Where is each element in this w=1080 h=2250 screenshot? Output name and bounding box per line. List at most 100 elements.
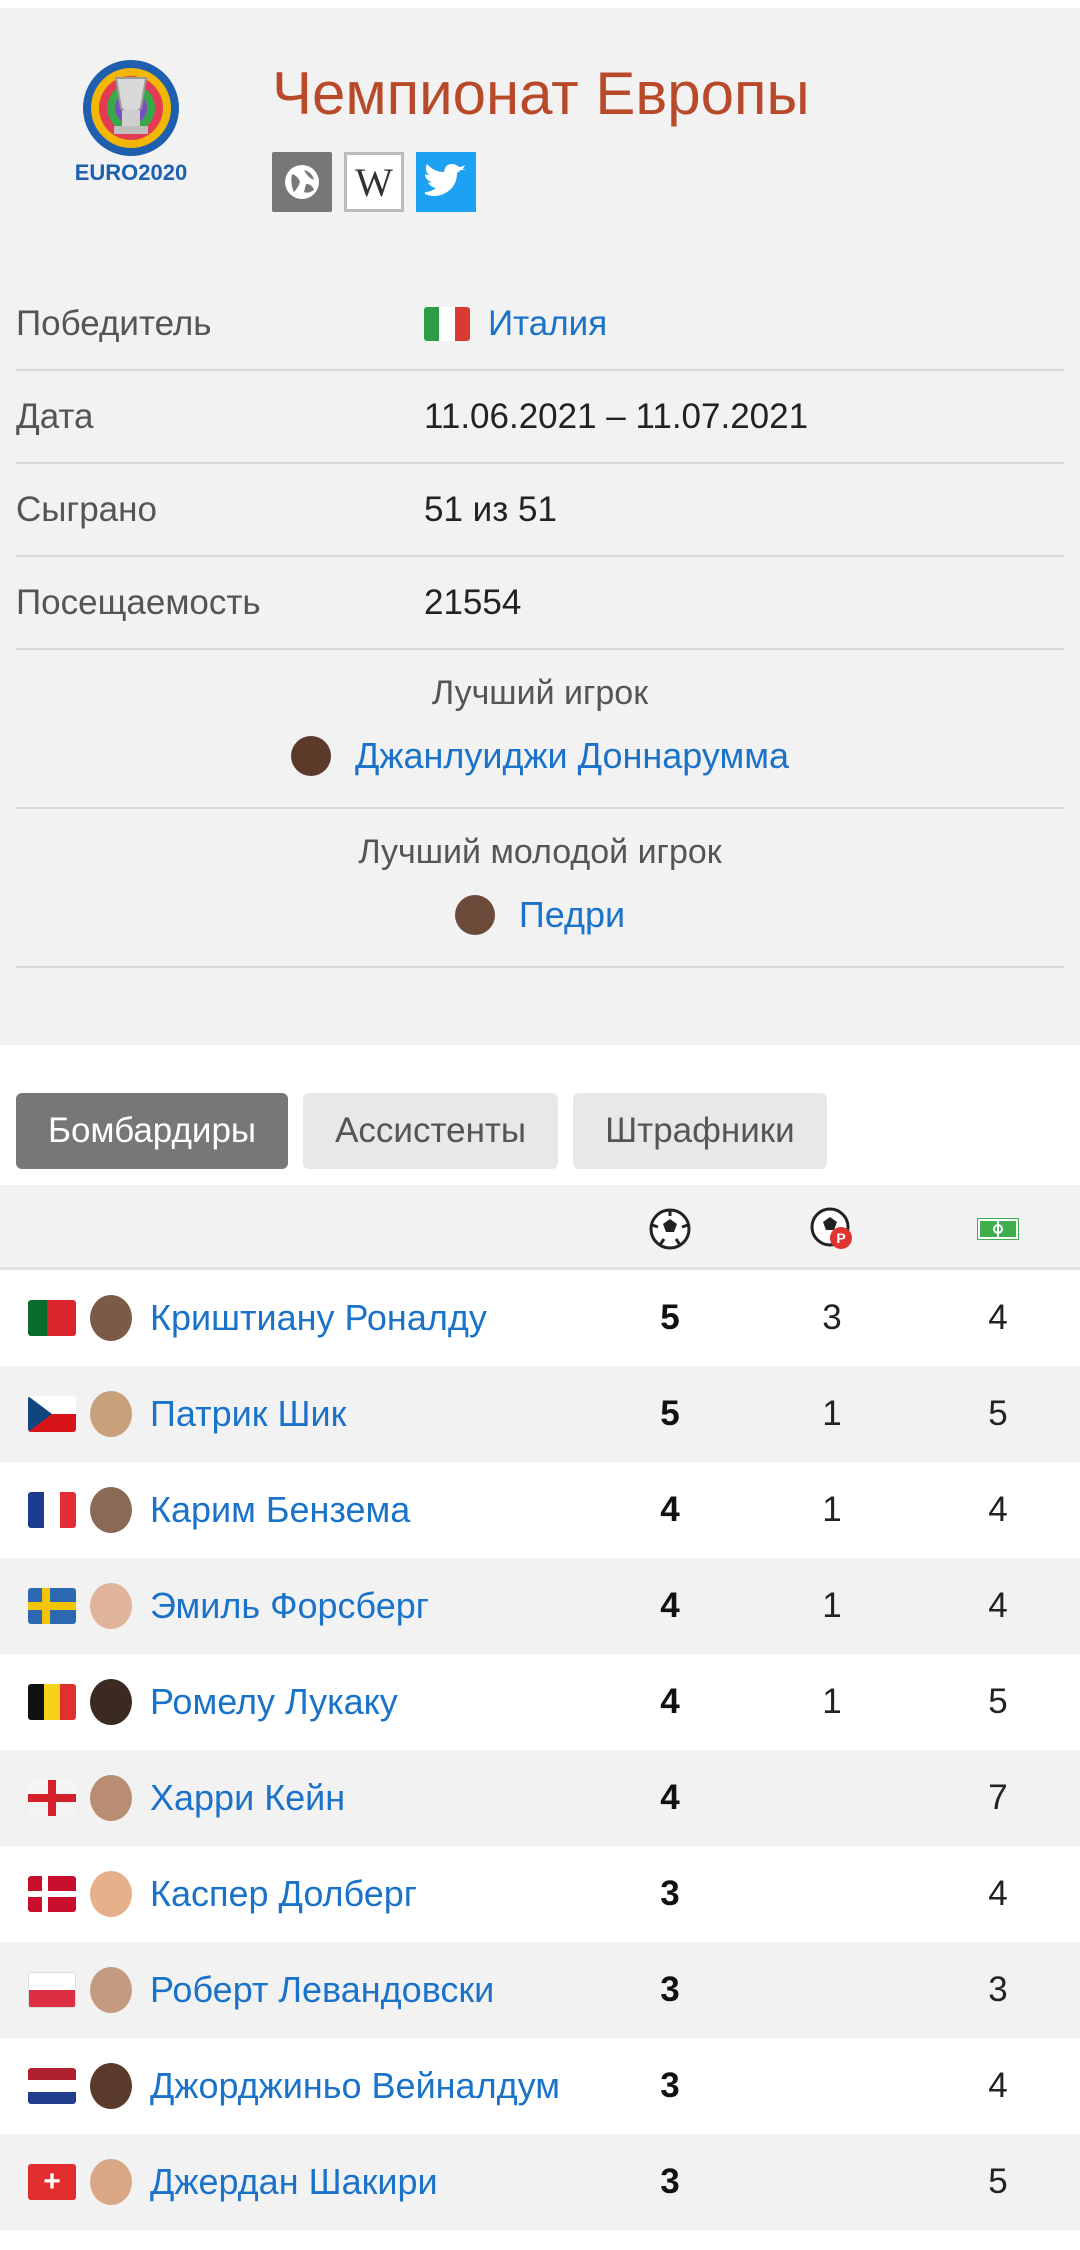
- goals-value: 4: [660, 1778, 680, 1817]
- goals-value: 3: [660, 1970, 680, 2009]
- tab-assists[interactable]: Ассистенты: [303, 1093, 559, 1169]
- player-name[interactable]: Патрик Шик: [150, 1393, 346, 1435]
- matches-value: 4: [988, 1298, 1008, 1337]
- table-row[interactable]: Криштиану Роналду 5 3 4: [0, 1270, 1080, 1366]
- table-row[interactable]: Патрик Шик 5 1 5: [0, 1366, 1080, 1462]
- table-row[interactable]: Эмиль Форсберг 4 1 4: [0, 1558, 1080, 1654]
- tournament-info: Победитель Италия Дата 11.06.2021 – 11.0…: [16, 278, 1064, 968]
- external-links: W: [272, 152, 810, 212]
- twitter-icon[interactable]: [416, 152, 476, 212]
- portugal-flag-icon: [28, 1300, 76, 1336]
- penalties-value: 1: [822, 1682, 842, 1721]
- player-name[interactable]: Джердан Шакири: [150, 2161, 438, 2203]
- tournament-header: EURO2020 Чемпионат Европы W: [16, 8, 1064, 238]
- avatar: [90, 1583, 132, 1629]
- penalties-value: 1: [822, 1586, 842, 1625]
- best-young-link[interactable]: Педри: [16, 894, 1064, 936]
- tab-penalties[interactable]: Штрафники: [573, 1093, 827, 1169]
- goals-value: 4: [660, 1586, 680, 1625]
- winner-label: Победитель: [16, 303, 212, 343]
- best-young-label: Лучший молодой игрок: [358, 833, 722, 871]
- penalties-value: 1: [822, 1490, 842, 1529]
- goals-value: 3: [660, 2162, 680, 2201]
- stats-tabs: Бомбардиры Ассистенты Штрафники: [0, 1045, 1080, 1185]
- france-flag-icon: [28, 1492, 76, 1528]
- goals-value: 3: [660, 1874, 680, 1913]
- matches-value: 4: [988, 1586, 1008, 1625]
- date-label: Дата: [16, 396, 94, 436]
- table-row[interactable]: Ромелу Лукаку 4 1 5: [0, 1654, 1080, 1750]
- table-row[interactable]: Каспер Долберг 3 4: [0, 1846, 1080, 1942]
- best-young-name[interactable]: Педри: [519, 894, 625, 936]
- played-label: Сыграно: [16, 489, 157, 529]
- table-header: P: [0, 1185, 1080, 1270]
- attendance-label: Посещаемость: [16, 582, 261, 622]
- matches-value: 7: [988, 1778, 1008, 1817]
- player-name[interactable]: Джорджиньо Вейналдум: [150, 2065, 560, 2107]
- table-row[interactable]: Харри Кейн 4 7: [0, 1750, 1080, 1846]
- matches-value: 3: [988, 1970, 1008, 2009]
- matches-icon: [977, 1218, 1019, 1240]
- player-name[interactable]: Каспер Долберг: [150, 1873, 417, 1915]
- matches-value: 5: [988, 2162, 1008, 2201]
- penalties-value: 3: [822, 1298, 842, 1337]
- table-row[interactable]: Джорджиньо Вейналдум 3 4: [0, 2038, 1080, 2134]
- attendance-value: 21554: [424, 582, 522, 622]
- player-name[interactable]: Ромелу Лукаку: [150, 1681, 398, 1723]
- avatar: [90, 1775, 132, 1821]
- winner-link[interactable]: Италия: [424, 304, 607, 344]
- player-name[interactable]: Эмиль Форсберг: [150, 1585, 429, 1627]
- page-title: Чемпионат Европы: [272, 60, 810, 127]
- avatar: [90, 2063, 132, 2109]
- winner-row: Победитель Италия: [16, 278, 1064, 371]
- matches-value: 5: [988, 1394, 1008, 1433]
- avatar: [290, 736, 331, 776]
- poland-flag-icon: [28, 1972, 76, 2008]
- svg-text:P: P: [836, 1230, 845, 1246]
- avatar: [90, 2159, 132, 2205]
- best-young-player: Лучший молодой игрок Педри: [16, 809, 1064, 968]
- player-name[interactable]: Роберт Левандовски: [150, 1969, 494, 2011]
- matches-value: 4: [988, 1490, 1008, 1529]
- england-flag-icon: [28, 1780, 76, 1816]
- table-row[interactable]: Роберт Левандовски 3 3: [0, 1942, 1080, 2038]
- denmark-flag-icon: [28, 1876, 76, 1912]
- goals-icon: [649, 1208, 691, 1250]
- avatar: [90, 1295, 132, 1341]
- player-name[interactable]: Карим Бензема: [150, 1489, 410, 1531]
- belgium-flag-icon: [28, 1684, 76, 1720]
- played-value: 51 из 51: [424, 489, 557, 529]
- globe-icon[interactable]: [272, 152, 332, 212]
- best-player-name[interactable]: Джанлуиджи Доннарумма: [355, 735, 789, 777]
- played-row: Сыграно 51 из 51: [16, 464, 1064, 557]
- goals-value: 4: [660, 1490, 680, 1529]
- table-row[interactable]: Карим Бензема 4 1 4: [0, 1462, 1080, 1558]
- goals-value: 5: [660, 1298, 680, 1337]
- scorers-table: Криштиану Роналду 5 3 4 Патрик Шик 5 1 5…: [0, 1270, 1080, 2230]
- switzerland-flag-icon: +: [28, 2164, 76, 2200]
- avatar: [90, 1679, 132, 1725]
- trophy-icon: EURO2020: [75, 60, 188, 185]
- goals-value: 4: [660, 1682, 680, 1721]
- penalty-goals-icon: P: [810, 1207, 852, 1249]
- matches-value: 4: [988, 2066, 1008, 2105]
- winner-value[interactable]: Италия: [488, 304, 607, 344]
- matches-value: 5: [988, 1682, 1008, 1721]
- best-player-link[interactable]: Джанлуиджи Доннарумма: [16, 735, 1064, 777]
- date-row: Дата 11.06.2021 – 11.07.2021: [16, 371, 1064, 464]
- player-name[interactable]: Криштиану Роналду: [150, 1297, 487, 1339]
- tab-scorers[interactable]: Бомбардиры: [16, 1093, 289, 1169]
- date-value: 11.06.2021 – 11.07.2021: [424, 396, 809, 436]
- avatar: [90, 1871, 132, 1917]
- best-player: Лучший игрок Джанлуиджи Доннарумма: [16, 650, 1064, 809]
- avatar: [454, 895, 495, 935]
- euro2020-logo: EURO2020: [56, 48, 246, 198]
- player-name[interactable]: Харри Кейн: [150, 1777, 345, 1819]
- avatar: [90, 1967, 132, 2013]
- goals-value: 3: [660, 2066, 680, 2105]
- table-row[interactable]: + Джердан Шакири 3 5: [0, 2134, 1080, 2230]
- wikipedia-icon[interactable]: W: [344, 152, 404, 212]
- netherlands-flag-icon: [28, 2068, 76, 2104]
- logo-text: EURO2020: [75, 160, 188, 185]
- czechia-flag-icon: [28, 1396, 76, 1432]
